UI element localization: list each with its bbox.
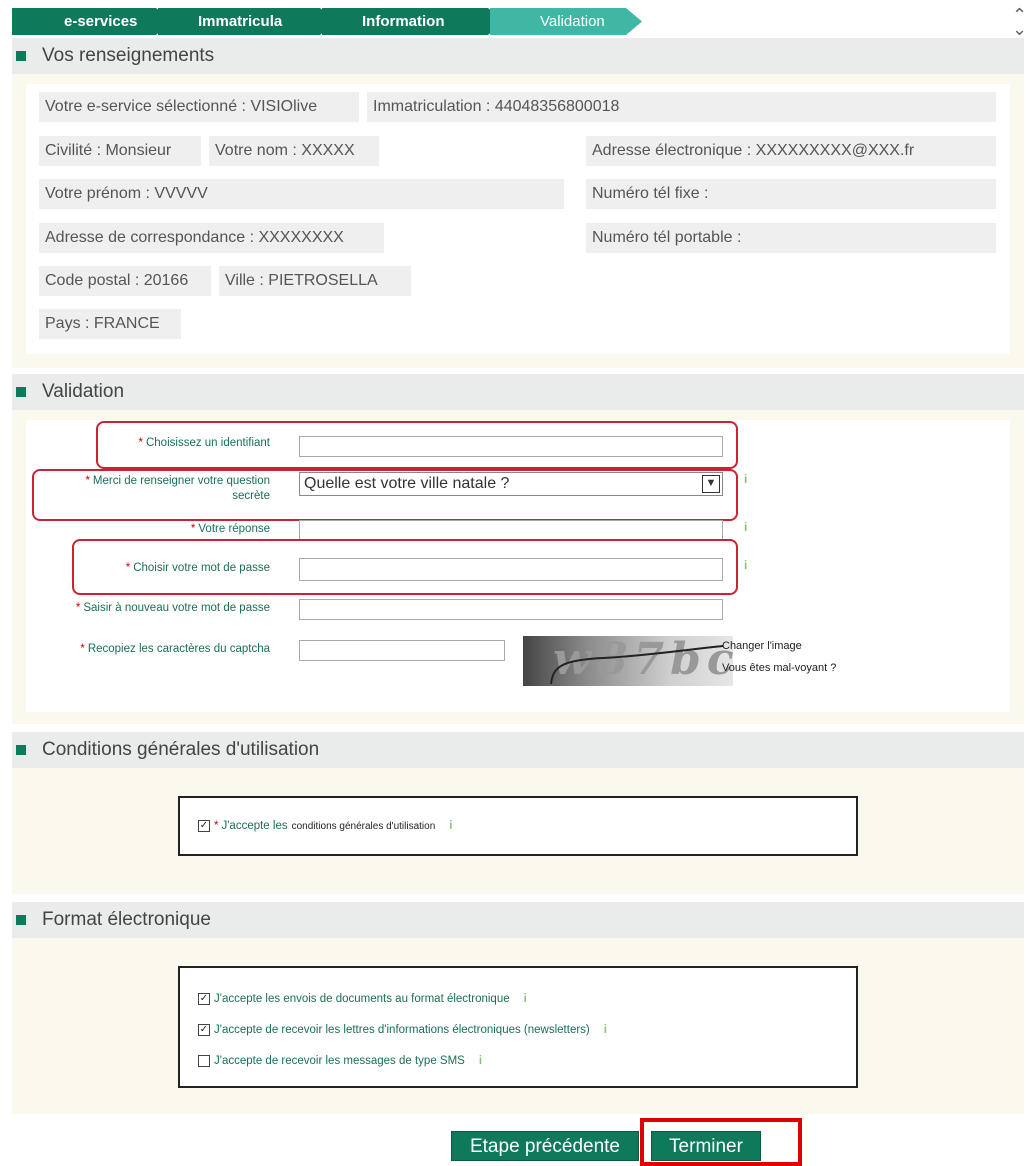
- info-tel-portable: Numéro tél portable :: [586, 223, 996, 253]
- info-icon[interactable]: i: [524, 993, 527, 1005]
- format-checkbox-3[interactable]: [198, 1055, 210, 1067]
- info-civilite: Civilité : Monsieur: [39, 136, 201, 166]
- section-square-icon: [16, 915, 26, 925]
- format-checkbox-2[interactable]: ✓: [198, 1024, 210, 1036]
- format-option-3-label: J'accepte de recevoir les messages de ty…: [214, 1055, 465, 1067]
- required-star: *: [214, 820, 219, 832]
- scroll-arrows-icon[interactable]: ⌃ ⌄: [1012, 6, 1027, 38]
- identifiant-input[interactable]: [299, 436, 723, 457]
- cgu-checkbox-row[interactable]: ✓ * J'accepte les conditions générales d…: [198, 820, 452, 832]
- cgu-label: J'accepte les: [221, 820, 288, 832]
- mot-de-passe-confirm-label: * Saisir à nouveau votre mot de passe: [75, 602, 270, 614]
- previous-step-button[interactable]: Etape précédente: [451, 1131, 639, 1161]
- info-code-postal: Code postal : 20166: [39, 266, 211, 296]
- format-option-1[interactable]: ✓ J'accepte les envois de documents au f…: [198, 993, 527, 1005]
- format-option-2[interactable]: ✓ J'accepte de recevoir les lettres d'in…: [198, 1024, 607, 1036]
- section-square-icon: [16, 387, 26, 397]
- info-icon[interactable]: i: [449, 820, 452, 832]
- breadcrumb: e-services Immatricula Information Valid…: [12, 8, 642, 35]
- change-image-link[interactable]: Changer l'image: [722, 640, 802, 652]
- section-format: Format électronique ✓ J'accepte les envo…: [12, 902, 1024, 1114]
- info-service: Votre e-service sélectionné : VISIOlive: [39, 92, 359, 122]
- section-cgu: Conditions générales d'utilisation ✓ * J…: [12, 732, 1024, 894]
- info-icon[interactable]: i: [479, 1055, 482, 1067]
- reponse-input[interactable]: [299, 520, 723, 541]
- section-title: Format électronique: [42, 909, 211, 930]
- info-nom: Votre nom : XXXXX: [209, 136, 379, 166]
- breadcrumb-information[interactable]: Information: [322, 8, 504, 35]
- section-title: Vos renseignements: [42, 45, 215, 66]
- info-icon[interactable]: i: [744, 520, 747, 534]
- info-icon[interactable]: i: [744, 472, 747, 486]
- cgu-link[interactable]: conditions générales d'utilisation: [292, 821, 436, 832]
- info-icon[interactable]: i: [604, 1024, 607, 1036]
- cgu-box: ✓ * J'accepte les conditions générales d…: [178, 796, 858, 856]
- reponse-label: * Votre réponse: [190, 523, 270, 535]
- info-email: Adresse électronique : XXXXXXXXX@XXX.fr: [586, 136, 996, 166]
- section-renseignements: Vos renseignements Votre e-service sélec…: [12, 38, 1024, 368]
- info-tel-fixe: Numéro tél fixe :: [586, 179, 996, 209]
- info-adresse: Adresse de correspondance : XXXXXXXX: [39, 223, 384, 253]
- format-option-3[interactable]: J'accepte de recevoir les messages de ty…: [198, 1055, 482, 1067]
- question-label: * Merci de renseigner votre question secrè…: [85, 475, 270, 502]
- captcha-label: * Recopiez les caractères du captcha: [80, 643, 270, 655]
- cgu-checkbox[interactable]: ✓: [198, 820, 210, 832]
- section-square-icon: [16, 51, 26, 61]
- captcha-noise-line: [550, 645, 724, 685]
- mot-de-passe-label: * Choisir votre mot de passe: [125, 562, 270, 574]
- section-title: Conditions générales d'utilisation: [42, 739, 320, 760]
- mot-de-passe-input[interactable]: [299, 558, 723, 581]
- format-option-2-label: J'accepte de recevoir les lettres d'info…: [214, 1024, 590, 1036]
- mot-de-passe-confirm-input[interactable]: [299, 599, 723, 620]
- info-ville: Ville : PIETROSELLA: [219, 266, 411, 296]
- breadcrumb-immatriculation[interactable]: Immatricula: [158, 8, 336, 35]
- highlight-finish: [640, 1118, 802, 1166]
- info-immatriculation: Immatriculation : 44048356800018: [367, 92, 996, 122]
- identifiant-label: * Choisissez un identifiant: [138, 437, 271, 449]
- format-box: ✓ J'accepte les envois de documents au f…: [178, 966, 858, 1088]
- format-checkbox-1[interactable]: ✓: [198, 993, 210, 1005]
- info-prenom: Votre prénom : VVVVV: [39, 179, 564, 209]
- section-validation: Validation * Choisissez un identifiant * M…: [12, 374, 1024, 724]
- info-icon[interactable]: i: [744, 558, 747, 572]
- breadcrumb-validation: Validation: [490, 8, 642, 35]
- chevron-down-icon[interactable]: ▼: [702, 475, 720, 493]
- question-select[interactable]: Quelle est votre ville natale ? ▼: [299, 472, 723, 496]
- section-square-icon: [16, 745, 26, 755]
- breadcrumb-eservices[interactable]: e-services: [12, 8, 172, 35]
- captcha-image: w87bc: [523, 636, 733, 686]
- captcha-input[interactable]: [299, 640, 505, 661]
- malvoyant-link[interactable]: Vous êtes mal-voyant ?: [722, 662, 836, 674]
- format-option-1-label: J'accepte les envois de documents au for…: [214, 993, 510, 1005]
- info-pays: Pays : FRANCE: [39, 309, 181, 339]
- section-title: Validation: [42, 381, 125, 402]
